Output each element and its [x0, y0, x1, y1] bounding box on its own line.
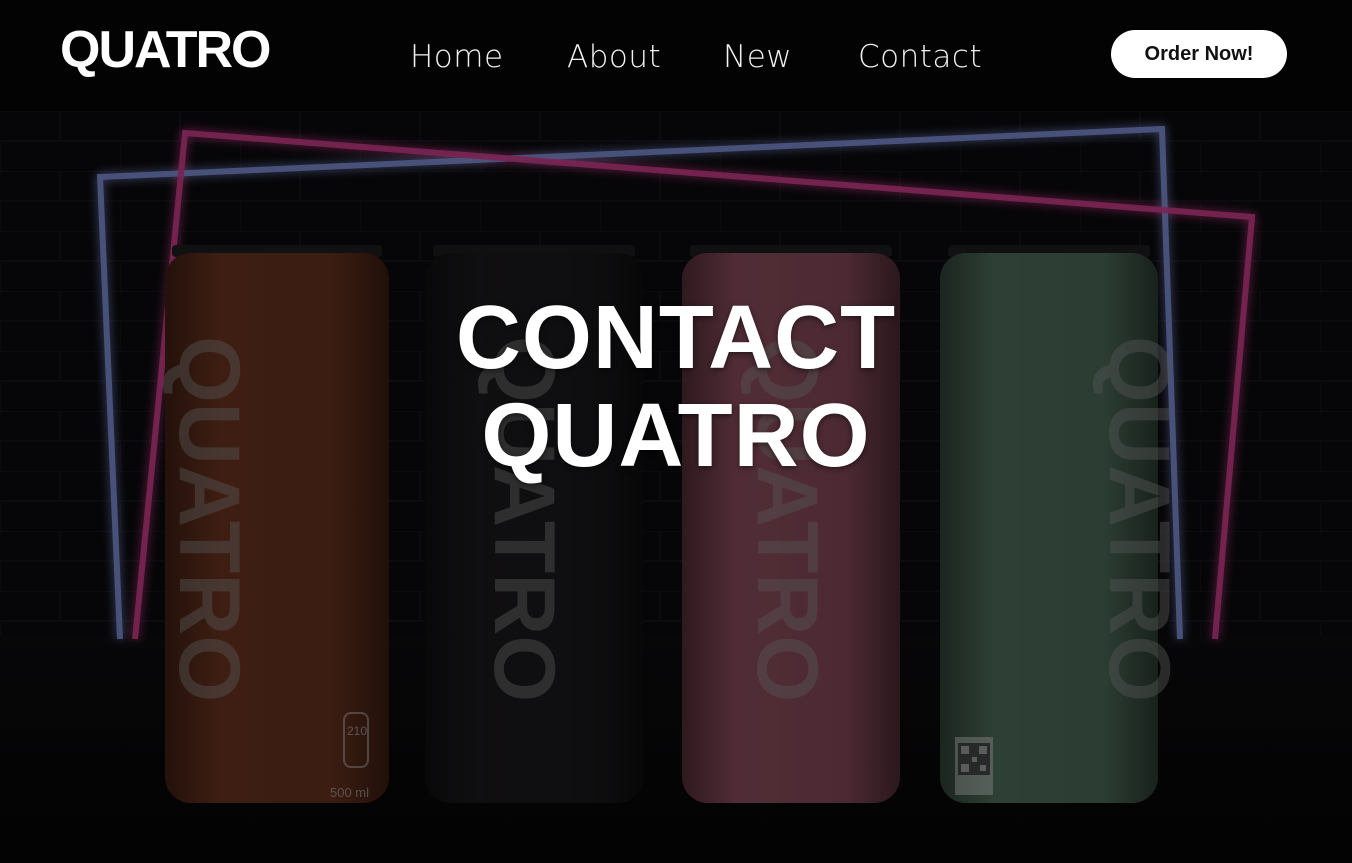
- hero-title: CONTACT QUATRO: [0, 289, 1352, 485]
- nav-home-link[interactable]: Home: [410, 36, 504, 78]
- hero-title-line-2: QUATRO: [481, 386, 871, 486]
- nav-contact-link[interactable]: Contact: [858, 36, 982, 78]
- order-now-button[interactable]: Order Now!: [1111, 30, 1287, 78]
- nav-about-link[interactable]: About: [567, 36, 661, 78]
- hero-background-image: QUATRO 210 500 ml QUATRO QUATRO QUATRO: [0, 111, 1352, 863]
- hero-section: QUATRO 210 500 ml QUATRO QUATRO QUATRO C…: [0, 111, 1352, 863]
- site-header: QUATRO Home About New Contact Order Now!: [0, 0, 1352, 111]
- nav-new-link[interactable]: New: [723, 36, 792, 78]
- hero-title-line-1: CONTACT: [455, 288, 897, 388]
